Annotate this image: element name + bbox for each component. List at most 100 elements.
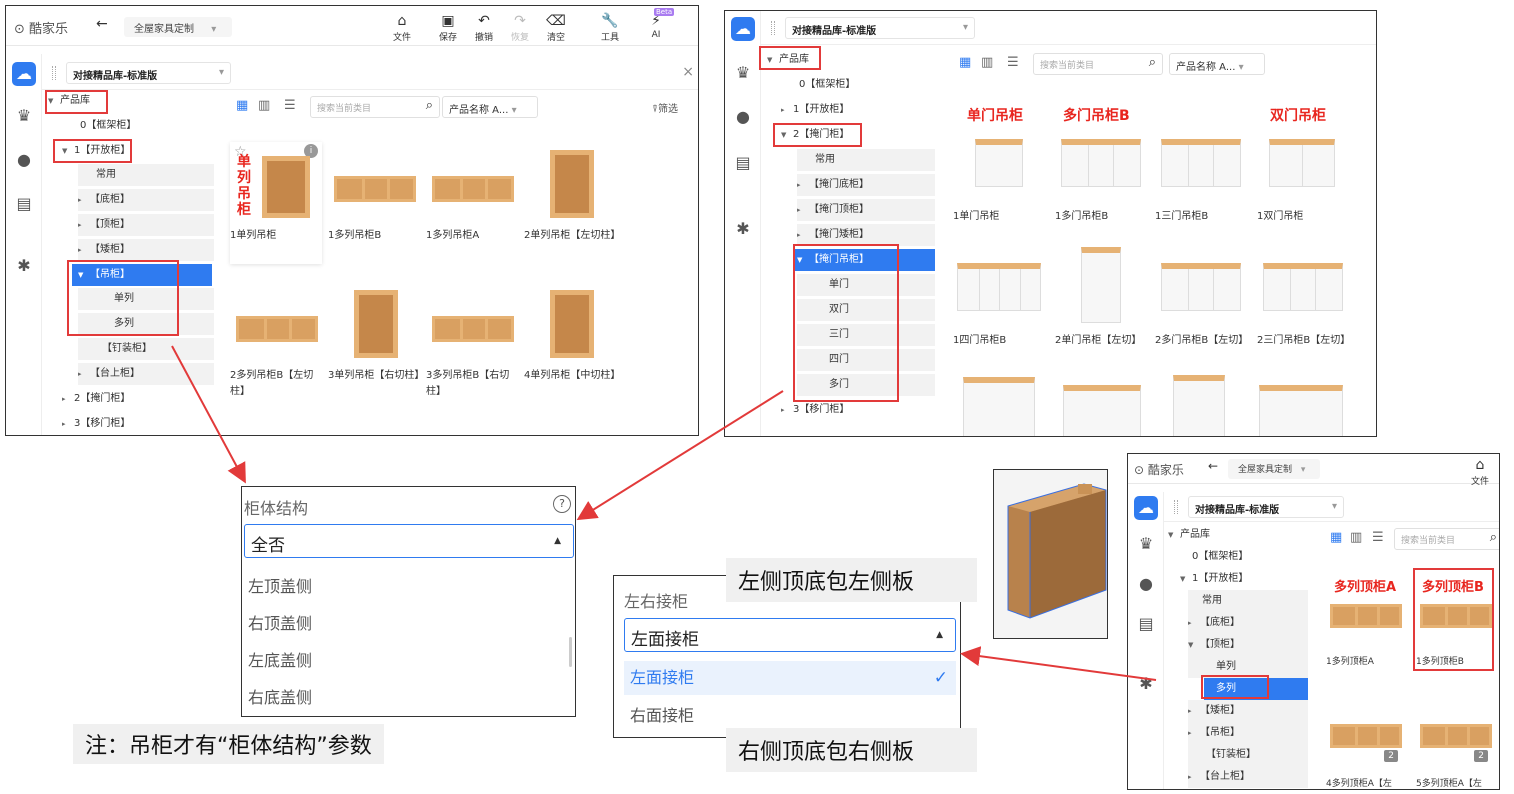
product-card[interactable]: 2 4多列顶柜A【左	[1326, 708, 1406, 789]
product-thumbnail[interactable]	[1063, 385, 1141, 436]
tree-node[interactable]: 0【框架柜】	[1192, 546, 1248, 568]
project-select[interactable]: 全屋家具定制 ▾	[1228, 459, 1320, 479]
crown-icon[interactable]: ♛	[1134, 532, 1158, 556]
library-select[interactable]: 对接精品库-标准版 ▾	[1188, 496, 1344, 518]
user-icon[interactable]: ●	[731, 105, 755, 129]
search-input[interactable]: 搜索当前类目 ⌕	[310, 96, 440, 118]
redo-button[interactable]: ↷ 恢复	[502, 12, 538, 43]
settings-sliders-icon[interactable]: ☰	[284, 98, 296, 113]
library-select[interactable]: 对接精品库-标准版 ▾	[785, 17, 975, 39]
tree-node[interactable]: ▸ 【掩门矮柜】	[797, 224, 935, 246]
file-button[interactable]: ⌂ 文件	[1462, 456, 1498, 487]
tree-node[interactable]: ▸ 3【移门柜】	[781, 399, 849, 421]
tree-node[interactable]: ▸ 【底柜】	[78, 189, 214, 211]
library-icon[interactable]: ☁	[731, 17, 755, 41]
user-icon[interactable]: ●	[1134, 572, 1158, 596]
scrollbar[interactable]	[569, 637, 572, 667]
tree-node[interactable]: ▼ 产品库	[1168, 524, 1210, 546]
cabinet-icon[interactable]: ▤	[731, 151, 755, 175]
tree-node[interactable]: 【钉装柜】	[1188, 744, 1308, 766]
tree-node[interactable]: ▸ 【台上柜】	[78, 363, 214, 385]
sort-select[interactable]: 产品名称 A... ▾	[442, 96, 538, 118]
product-card[interactable]: 2单门吊柜【左切】	[1055, 247, 1147, 349]
list-view-icon[interactable]: ▥	[1350, 530, 1362, 545]
tree-node[interactable]: ▸ 【台上柜】	[1188, 766, 1308, 788]
tree-node[interactable]: ▸ 【矮柜】	[1188, 700, 1308, 722]
side-join-select[interactable]: 左面接柜 ▲	[624, 618, 956, 652]
tree-node[interactable]: ▸ 【矮柜】	[78, 239, 214, 261]
structure-select[interactable]: 全否 ▲	[244, 524, 574, 558]
product-card[interactable]: 2多门吊柜B【左切】	[1155, 247, 1248, 349]
product-card[interactable]: 1双门吊柜	[1257, 123, 1349, 225]
settings-sliders-icon[interactable]: ☰	[1372, 530, 1384, 545]
cabinet-icon[interactable]: ▤	[12, 192, 36, 216]
tree-node[interactable]: ▸ 3【移门柜】	[62, 413, 130, 435]
grid-view-icon[interactable]: ▦	[1330, 530, 1342, 545]
drag-handle[interactable]	[1174, 500, 1178, 514]
dropdown-option[interactable]: 左底盖侧	[248, 644, 312, 678]
product-card[interactable]: 2多列吊柜B【左切柱】	[230, 282, 322, 400]
dropdown-option[interactable]: 右顶盖侧	[248, 607, 312, 641]
clear-button[interactable]: ⌫ 清空	[538, 12, 574, 43]
library-icon[interactable]: ☁	[1134, 496, 1158, 520]
product-card[interactable]: 1三门吊柜B	[1155, 123, 1247, 225]
crown-icon[interactable]: ♛	[731, 61, 755, 85]
dropdown-option[interactable]: 右底盖侧	[248, 681, 312, 715]
product-card[interactable]: 1四门吊柜B	[953, 247, 1045, 349]
sort-select[interactable]: 产品名称 A... ▾	[1169, 53, 1265, 75]
drag-handle[interactable]	[771, 21, 775, 35]
plugin-icon[interactable]: ✱	[731, 217, 755, 241]
plugin-icon[interactable]: ✱	[12, 254, 36, 278]
help-icon[interactable]: ?	[553, 495, 571, 513]
product-card[interactable]: 2单列吊柜【左切柱】	[524, 142, 620, 244]
product-card[interactable]: 3单列吊柜【右切柱】	[328, 282, 424, 384]
plugin-icon[interactable]: ✱	[1134, 672, 1158, 696]
tree-node[interactable]: 常用	[1188, 590, 1308, 612]
product-thumbnail[interactable]	[963, 377, 1035, 436]
tree-node[interactable]: 常用	[797, 149, 935, 171]
tree-node[interactable]: 0【框架柜】	[80, 115, 136, 137]
dropdown-option[interactable]: 右面接柜	[630, 699, 694, 733]
product-card[interactable]: 3多列吊柜B【右切柱】	[426, 282, 518, 400]
grid-view-icon[interactable]: ▦	[236, 98, 248, 113]
tree-node[interactable]: 常用	[78, 164, 214, 186]
back-icon[interactable]: ←	[1208, 459, 1218, 473]
tools-button[interactable]: 🔧 工具	[592, 12, 628, 43]
library-icon[interactable]: ☁	[12, 62, 36, 86]
list-view-icon[interactable]: ▥	[258, 98, 270, 113]
file-button[interactable]: ⌂ 文件	[384, 12, 420, 43]
dropdown-option-selected[interactable]: 左面接柜 ✓	[624, 661, 956, 695]
product-card[interactable]: 1多列吊柜B	[328, 142, 420, 244]
drag-handle[interactable]	[52, 66, 56, 80]
tree-node[interactable]: ▸ 【掩门顶柜】	[797, 199, 935, 221]
tree-node[interactable]: 【钉装柜】	[78, 338, 214, 360]
list-view-icon[interactable]: ▥	[981, 55, 993, 70]
product-card[interactable]: 1多列吊柜A	[426, 142, 518, 244]
product-card[interactable]: 1单门吊柜	[953, 123, 1045, 225]
library-select[interactable]: 对接精品库-标准版 ▾	[66, 62, 231, 84]
product-card[interactable]: 2三门吊柜B【左切】	[1257, 247, 1350, 349]
crown-icon[interactable]: ♛	[12, 104, 36, 128]
dropdown-option[interactable]: 左顶盖侧	[248, 570, 312, 604]
tree-node[interactable]: ▼ 1【开放柜】	[1180, 568, 1248, 590]
settings-sliders-icon[interactable]: ☰	[1007, 55, 1019, 70]
product-card[interactable]: 1多列顶柜A	[1326, 588, 1406, 670]
close-icon[interactable]: ×	[682, 64, 694, 80]
product-card[interactable]: 1多门吊柜B	[1055, 123, 1147, 225]
product-thumbnail[interactable]	[1173, 375, 1225, 436]
tree-node[interactable]: 0【框架柜】	[799, 74, 855, 96]
search-input[interactable]: 搜索当前类目 ⌕	[1394, 528, 1499, 550]
tree-node[interactable]: ▼ 【顶柜】	[1188, 634, 1308, 656]
user-icon[interactable]: ●	[12, 148, 36, 172]
ai-button[interactable]: ⚡ AI Beta	[638, 8, 675, 40]
tree-node[interactable]: ▸ 2【掩门柜】	[62, 388, 130, 410]
tree-node[interactable]: ▸ 【吊柜】	[1188, 722, 1308, 744]
product-card[interactable]: 4单列吊柜【中切柱】	[524, 282, 620, 384]
back-icon[interactable]: ←	[96, 16, 108, 32]
tree-node[interactable]: ▸ 【掩门底柜】	[797, 174, 935, 196]
save-button[interactable]: ▣ 保存	[430, 12, 466, 43]
search-input[interactable]: 搜索当前类目 ⌕	[1033, 53, 1163, 75]
tree-node[interactable]: ▸ 【顶柜】	[78, 214, 214, 236]
tree-node[interactable]: ▸ 1【开放柜】	[781, 99, 849, 121]
tree-node[interactable]: ▸ 【底柜】	[1188, 612, 1308, 634]
